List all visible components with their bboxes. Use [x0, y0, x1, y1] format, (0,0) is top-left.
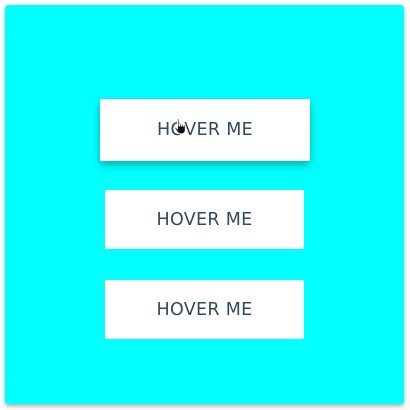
hover-button-3-label: HOVER ME: [156, 299, 253, 320]
hover-button-3[interactable]: HOVER ME: [105, 280, 304, 339]
hover-button-2-label: HOVER ME: [156, 209, 253, 230]
hover-button-1-label: HOVER ME: [157, 120, 253, 140]
hover-button-1[interactable]: HOVER ME: [100, 99, 310, 161]
button-panel: HOVER ME HOVER ME HOVER ME: [5, 5, 404, 404]
hover-button-2[interactable]: HOVER ME: [105, 190, 304, 249]
